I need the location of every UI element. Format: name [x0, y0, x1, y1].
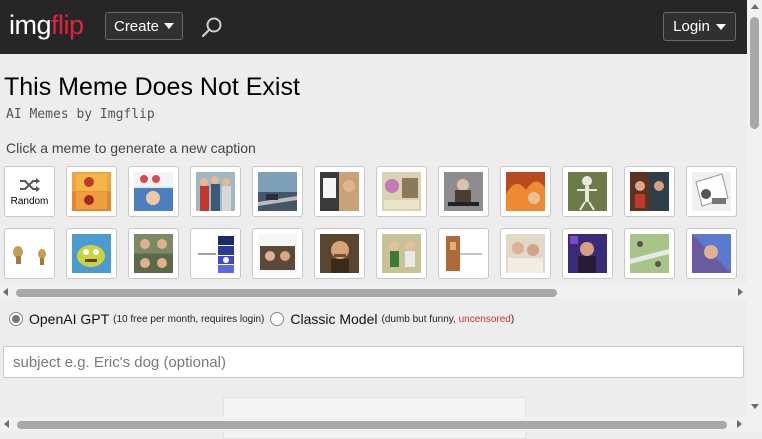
page-title: This Meme Does Not Exist	[4, 73, 300, 101]
meme-tile[interactable]	[252, 228, 303, 279]
scroll-right-arrow-icon[interactable]	[738, 288, 743, 296]
shuffle-icon	[19, 178, 40, 192]
page-scroll-thumb[interactable]	[17, 421, 727, 429]
meme-thumbnail	[382, 234, 421, 273]
meme-tile[interactable]	[314, 228, 365, 279]
meme-tile[interactable]	[128, 228, 179, 279]
logo-flip-text: flip	[51, 10, 84, 40]
openai-radio[interactable]	[9, 312, 23, 326]
top-navbar: imgflip Create Login	[0, 0, 747, 54]
meme-thumbnail	[72, 234, 111, 273]
meme-thumbnail	[692, 172, 731, 211]
meme-grid-scrollbar[interactable]	[0, 285, 747, 299]
openai-model-note: (10 free per month, requires login)	[113, 313, 265, 325]
meme-tile[interactable]	[66, 166, 117, 217]
create-button[interactable]: Create	[105, 12, 183, 40]
subject-input[interactable]	[3, 346, 744, 378]
meme-thumbnail	[692, 234, 731, 273]
page-horizontal-scrollbar[interactable]	[0, 417, 747, 432]
meme-tile[interactable]	[314, 166, 365, 217]
scroll-left-arrow-icon[interactable]	[3, 288, 8, 296]
meme-thumbnail	[568, 172, 607, 211]
meme-tile[interactable]	[686, 228, 737, 279]
page-subtitle: AI Memes by Imgflip	[6, 107, 155, 122]
search-icon[interactable]	[200, 16, 224, 40]
vertical-scrollbar[interactable]	[747, 0, 762, 432]
meme-tile[interactable]	[190, 166, 241, 217]
uncensored-label: uncensored	[458, 313, 511, 325]
meme-tile[interactable]	[438, 166, 489, 217]
meme-thumbnail	[630, 172, 669, 211]
meme-thumbnail	[72, 172, 111, 211]
meme-thumbnail	[568, 234, 607, 273]
scroll-left-arrow-icon[interactable]	[4, 420, 9, 428]
meme-tile[interactable]	[562, 228, 613, 279]
meme-tile[interactable]	[686, 166, 737, 217]
model-selector: OpenAI GPT (10 free per month, requires …	[9, 311, 514, 327]
create-button-label: Create	[113, 17, 160, 35]
meme-thumbnail	[134, 172, 173, 211]
scroll-right-arrow-icon[interactable]	[737, 420, 742, 428]
login-button[interactable]: Login	[663, 12, 736, 41]
meme-thumbnail	[10, 234, 49, 273]
classic-note-pre: (dumb but funny,	[381, 313, 459, 325]
meme-tile[interactable]	[252, 166, 303, 217]
meme-tile[interactable]	[500, 166, 551, 217]
random-meme-button[interactable]: Random	[4, 166, 55, 217]
meme-tile[interactable]	[624, 228, 675, 279]
meme-thumbnail	[444, 234, 483, 273]
meme-thumbnail	[258, 234, 297, 273]
openai-model-label[interactable]: OpenAI GPT	[29, 311, 109, 327]
classic-radio[interactable]	[270, 312, 285, 326]
classic-note-post: )	[510, 313, 515, 325]
meme-template-grid: Random	[0, 165, 747, 285]
meme-tile[interactable]	[624, 166, 675, 217]
imgflip-logo[interactable]: imgflip	[9, 10, 84, 41]
caret-down-icon	[715, 23, 726, 30]
meme-tile[interactable]	[376, 228, 427, 279]
meme-thumbnail	[630, 234, 669, 273]
meme-thumbnail	[320, 172, 359, 211]
meme-tile[interactable]	[190, 228, 241, 279]
meme-thumbnail	[258, 172, 297, 211]
caret-down-icon	[164, 23, 175, 29]
classic-model-note: (dumb but funny, uncensored)	[381, 314, 514, 325]
meme-tile[interactable]	[438, 228, 489, 279]
meme-tile[interactable]	[4, 228, 55, 279]
login-button-label: Login	[673, 18, 710, 35]
scroll-up-arrow-icon[interactable]	[751, 4, 759, 9]
meme-thumbnail	[444, 172, 483, 211]
scroll-down-arrow-icon[interactable]	[751, 404, 759, 409]
meme-thumbnail	[382, 172, 421, 211]
meme-tile[interactable]	[500, 228, 551, 279]
meme-thumbnail	[196, 234, 235, 273]
meme-tile[interactable]	[376, 166, 427, 217]
meme-thumbnail	[506, 234, 545, 273]
classic-model-label[interactable]: Classic Model	[290, 311, 377, 327]
meme-tile[interactable]	[562, 166, 613, 217]
meme-thumbnail	[506, 172, 545, 211]
meme-tile[interactable]	[128, 166, 179, 217]
meme-thumbnail	[320, 234, 359, 273]
instruction-text: Click a meme to generate a new caption	[6, 140, 256, 156]
meme-thumbnail	[134, 234, 173, 273]
meme-tile[interactable]	[66, 228, 117, 279]
meme-grid-scroll-thumb[interactable]	[16, 289, 557, 297]
vertical-scroll-thumb[interactable]	[750, 17, 759, 129]
logo-img-text: img	[9, 10, 52, 40]
random-label: Random	[10, 196, 49, 207]
meme-thumbnail	[196, 172, 235, 211]
